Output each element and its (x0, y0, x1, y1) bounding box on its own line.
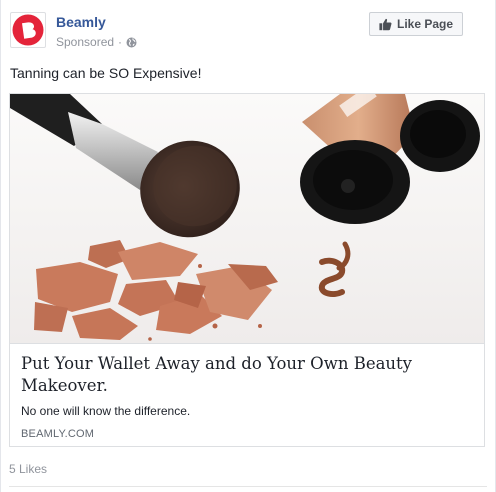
meta-separator: · (118, 35, 123, 49)
sponsored-post: Beamly Sponsored · Like Page Tanning can… (0, 0, 496, 492)
like-page-label: Like Page (396, 17, 454, 31)
post-meta: Sponsored · (56, 35, 137, 49)
page-name-link[interactable]: Beamly (56, 14, 106, 30)
page-avatar[interactable] (10, 12, 46, 48)
thumbs-up-icon (379, 18, 392, 30)
ad-description: No one will know the difference. (21, 404, 191, 418)
ad-link-card[interactable]: Put Your Wallet Away and do Your Own Bea… (9, 93, 485, 447)
ad-headline[interactable]: Put Your Wallet Away and do Your Own Bea… (21, 353, 461, 397)
ad-card-body[interactable]: Put Your Wallet Away and do Your Own Bea… (10, 343, 484, 446)
globe-icon[interactable] (126, 37, 137, 48)
footer-divider (9, 486, 487, 487)
ad-domain: BEAMLY.COM (21, 428, 95, 440)
sponsored-label[interactable]: Sponsored (56, 35, 114, 49)
like-page-button[interactable]: Like Page (369, 12, 463, 36)
likes-count[interactable]: 5 Likes (9, 462, 47, 476)
beamly-logo (12, 14, 44, 46)
ad-image[interactable] (10, 94, 484, 343)
post-text: Tanning can be SO Expensive! (10, 65, 202, 81)
